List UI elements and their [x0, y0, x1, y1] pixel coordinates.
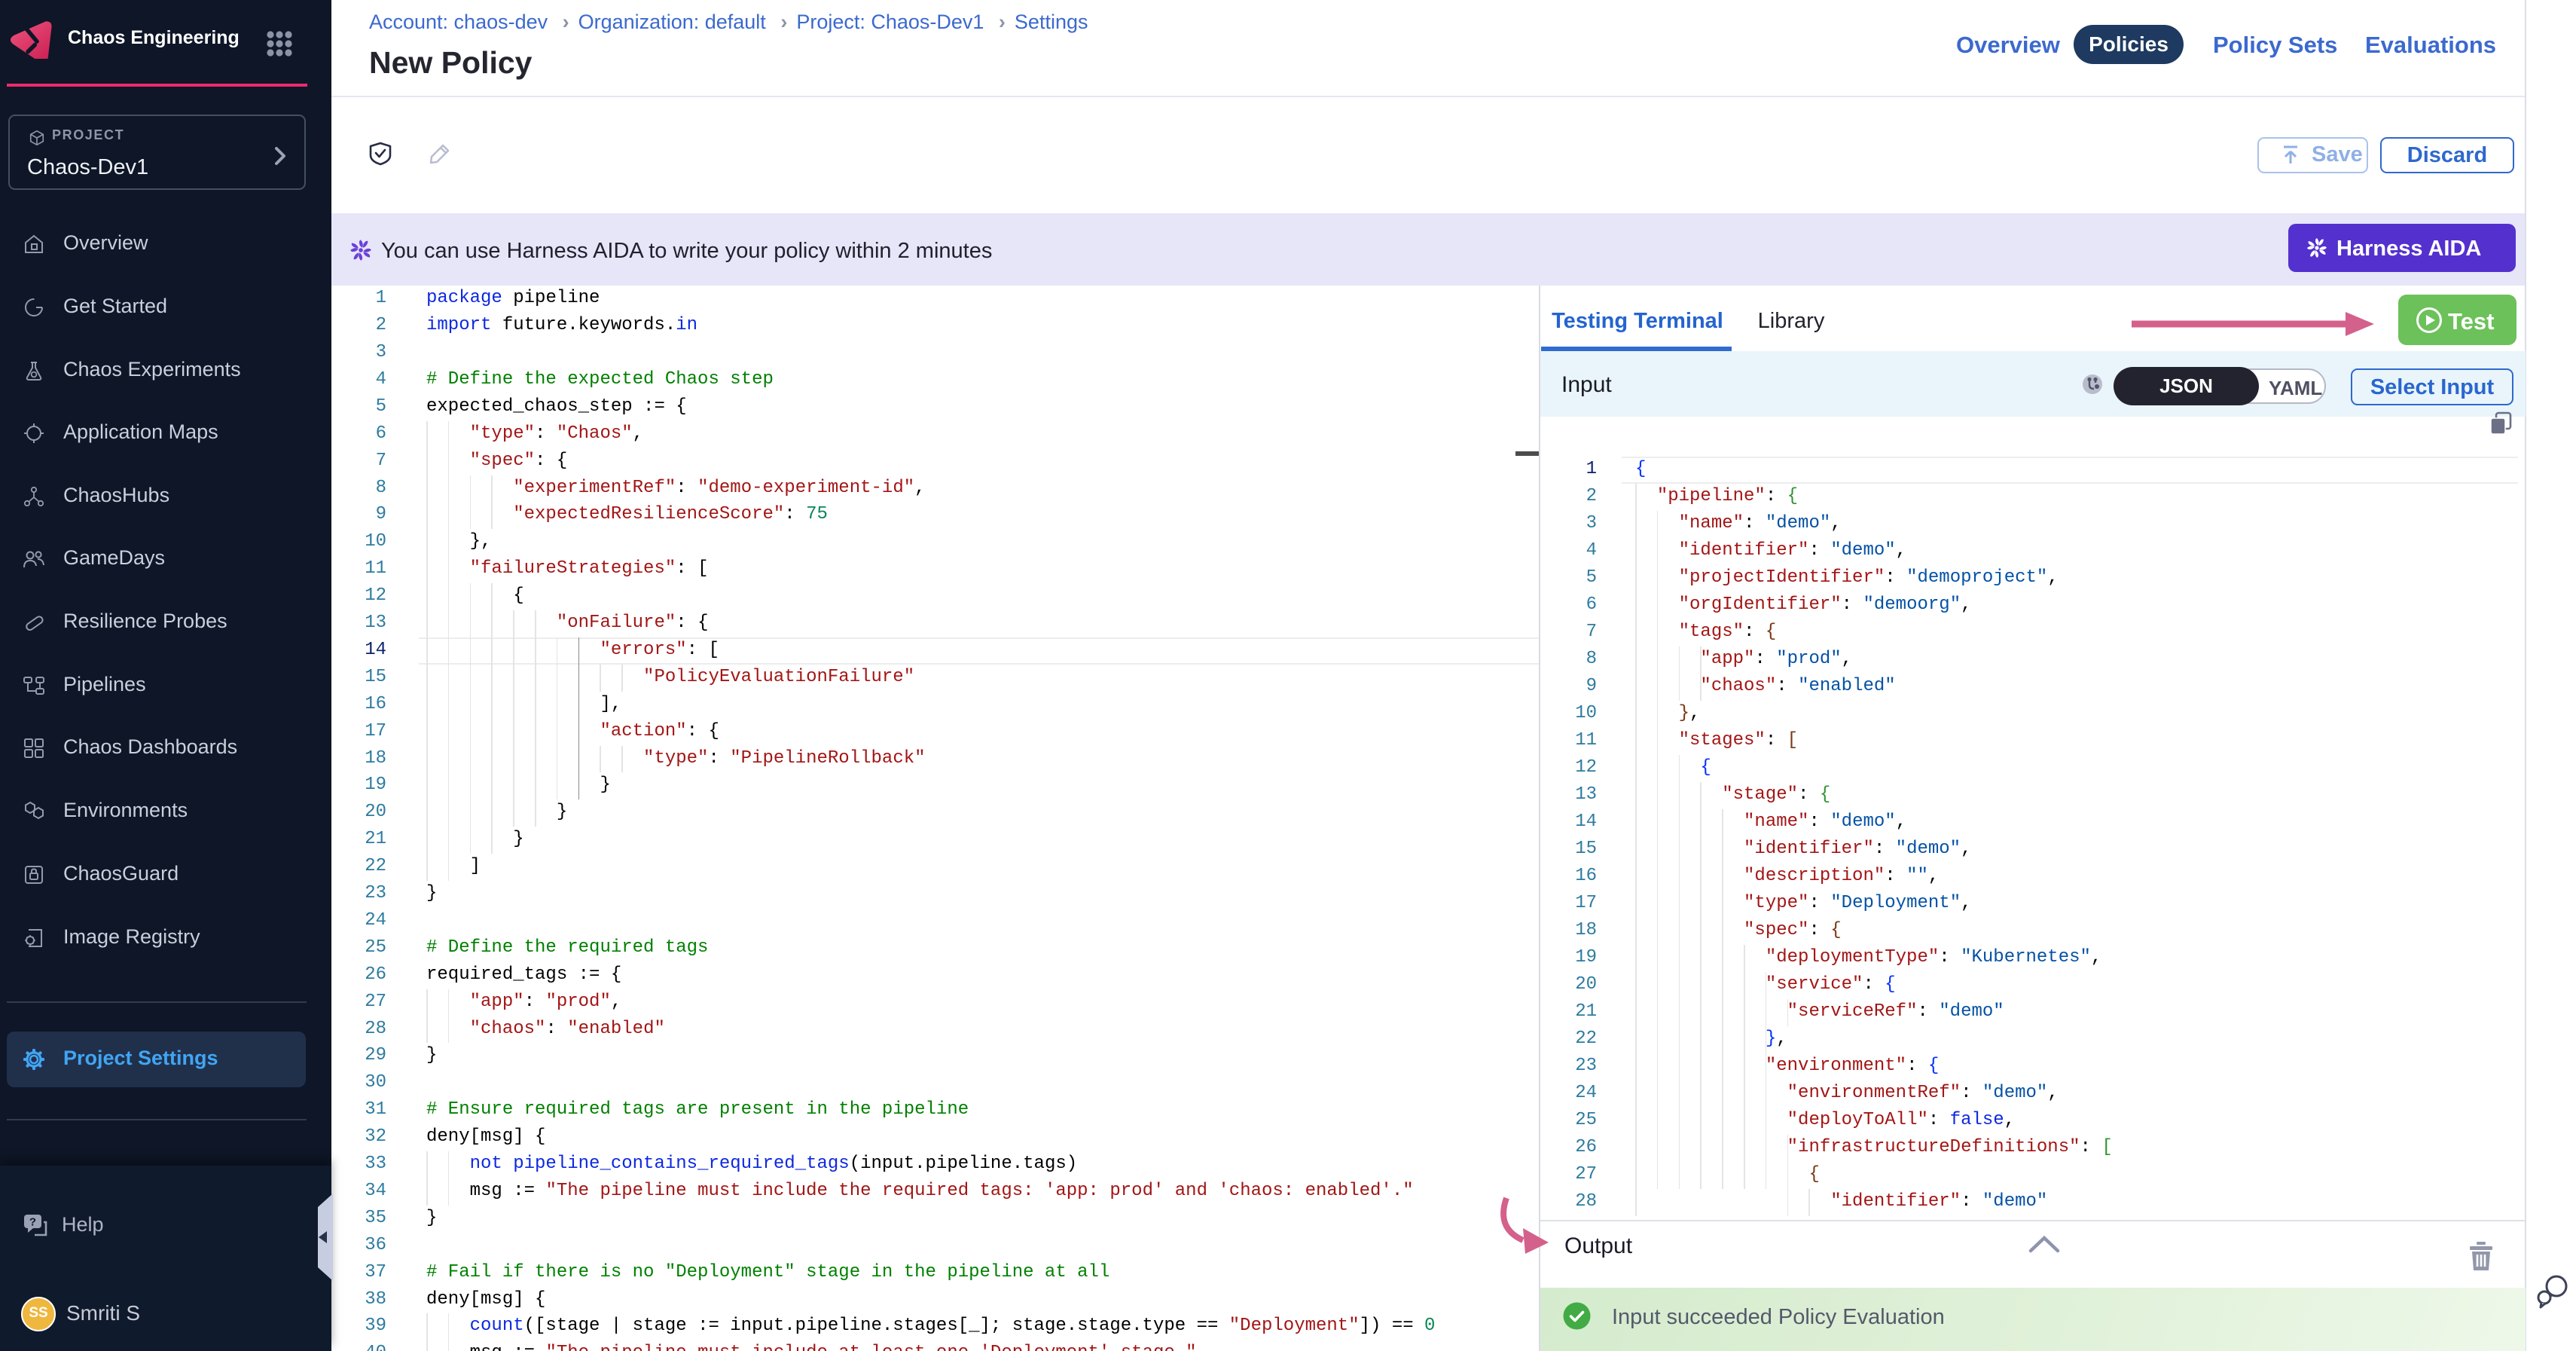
svg-text:?: ? [29, 1216, 36, 1229]
